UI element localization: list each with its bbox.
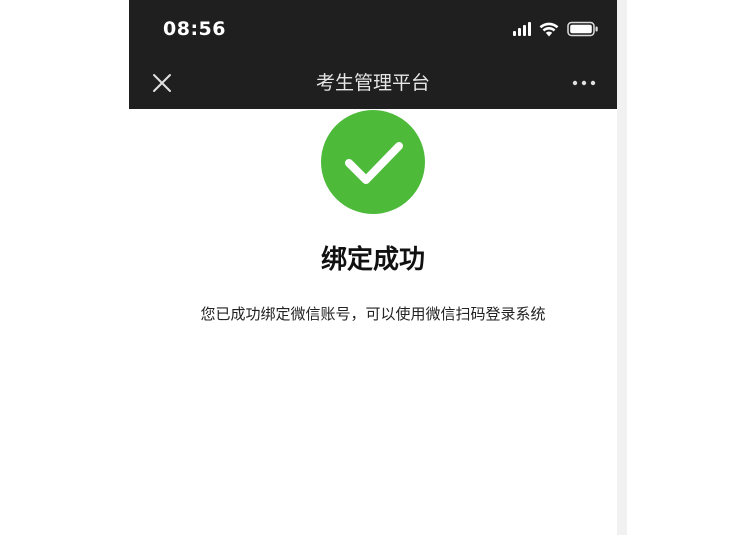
page: 08:56 考生管理平台 绑定成功 您已成功绑定微信账号，可以使用微信扫码登录系… [0, 0, 732, 535]
wifi-icon [539, 22, 559, 36]
nav-bar: 考生管理平台 [129, 58, 617, 109]
status-bar: 08:56 [129, 0, 617, 58]
more-icon[interactable] [569, 70, 599, 96]
battery-icon [567, 21, 598, 37]
page-title: 考生管理平台 [315, 72, 430, 94]
success-description: 您已成功绑定微信账号，可以使用微信扫码登录系统 [200, 305, 546, 323]
status-icons [513, 19, 599, 39]
checkmark-icon [321, 110, 425, 214]
signal-icon [513, 22, 531, 36]
screen-edge [617, 0, 627, 535]
status-time: 08:56 [163, 18, 226, 40]
phone-screen: 08:56 考生管理平台 绑定成功 您已成功绑定微信账号，可以使用微信扫码登录系… [129, 0, 617, 535]
success-title: 绑定成功 [320, 245, 425, 275]
